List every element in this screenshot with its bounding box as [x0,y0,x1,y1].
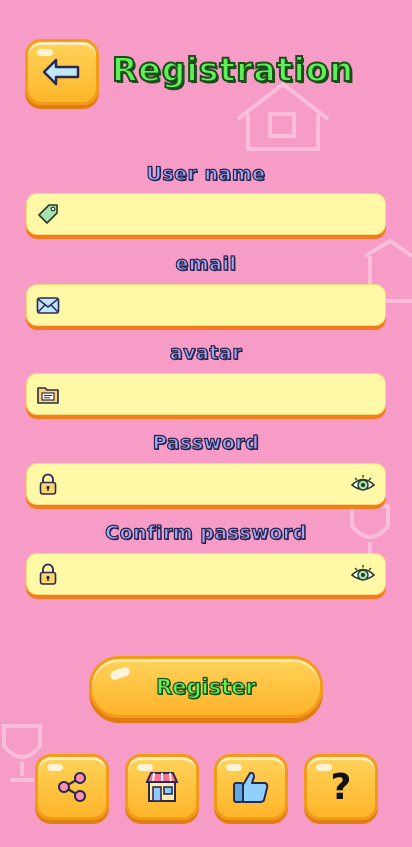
username-input[interactable] [67,194,345,236]
email-field[interactable] [26,284,386,327]
shop-icon [145,772,179,802]
avatar-label: avatar [169,341,243,364]
email-input[interactable] [67,285,345,327]
tag-icon [38,204,58,224]
help-icon: ? [330,766,352,808]
register-label: Register [156,674,257,699]
lock-icon [39,473,57,495]
share-button[interactable] [35,754,109,820]
avatar-input[interactable] [67,374,345,416]
shop-button[interactable] [125,754,199,820]
avatar-field[interactable] [26,373,386,416]
help-button[interactable]: ? [304,754,378,820]
password-label: Password [152,431,260,454]
confirm-password-field[interactable] [26,553,386,596]
email-label: email [175,252,237,275]
like-button[interactable] [214,754,288,820]
register-button[interactable]: Register [89,656,323,718]
confirm-password-label: Confirm password [105,521,307,544]
password-field[interactable] [26,463,386,506]
eye-icon[interactable] [350,473,376,495]
folder-icon [37,387,59,404]
thumbs-up-icon [233,771,269,803]
username-field[interactable] [26,193,386,236]
password-input[interactable] [67,464,345,506]
page-title: Registration [111,49,354,90]
eye-icon[interactable] [350,563,376,585]
envelope-icon [36,297,60,314]
back-arrow-icon [42,58,80,86]
share-icon [58,772,86,802]
confirm-password-input[interactable] [67,554,345,596]
username-label: User name [146,162,266,185]
lock-icon [39,563,57,585]
back-button[interactable] [25,39,99,105]
